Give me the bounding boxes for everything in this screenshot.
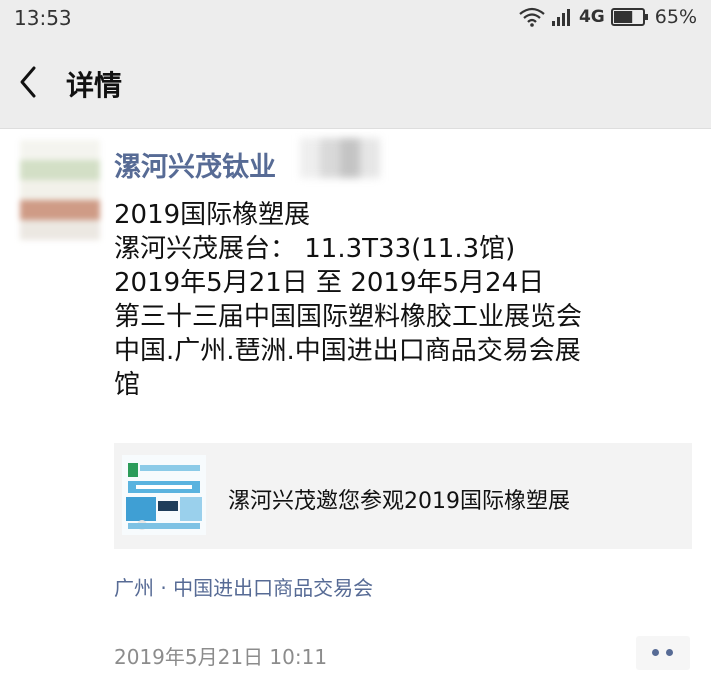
share-card[interactable]: 漯河兴茂邀您参观2019国际橡塑展: [114, 443, 692, 549]
share-title: 漯河兴茂邀您参观2019国际橡塑展: [228, 489, 570, 514]
network-label: 4G: [578, 7, 605, 27]
share-thumbnail: [122, 455, 206, 535]
post-line: 2019国际橡塑展: [114, 200, 311, 230]
location-link[interactable]: 广州 · 中国进出口商品交易会: [114, 572, 373, 601]
dot: [666, 649, 673, 656]
post-line: 馆: [114, 370, 141, 400]
author-name[interactable]: 漯河兴茂钛业: [114, 145, 276, 184]
status-icons: 4G 65%: [519, 5, 697, 29]
more-dots-icon[interactable]: [636, 636, 690, 670]
post-line: 中国.广州.琶洲.中国进出口商品交易会展: [114, 336, 581, 366]
post-timestamp: 2019年5月21日 10:11: [114, 645, 328, 669]
avatar[interactable]: [20, 140, 100, 240]
status-time: 13:53: [14, 6, 72, 30]
nav-bar: 详情: [0, 36, 711, 129]
signal-icon: [551, 7, 573, 27]
post-line: 第三十三届中国国际塑料橡胶工业展览会: [114, 302, 583, 332]
dot: [652, 649, 659, 656]
battery-percent: 65%: [654, 6, 697, 28]
post-line: 漯河兴茂展台： 11.3T33(11.3馆): [114, 234, 516, 264]
battery-icon: [610, 7, 649, 27]
status-bar: 13:53 4G 65%: [0, 0, 711, 36]
back-icon[interactable]: [12, 62, 48, 102]
post-text: 2019国际橡塑展 漯河兴茂展台： 11.3T33(11.3馆) 2019年5月…: [114, 198, 694, 402]
page-title: 详情: [66, 69, 123, 102]
post-line: 2019年5月21日 至 2019年5月24日: [114, 268, 545, 298]
wifi-icon: [519, 7, 545, 27]
author-blur-mask: [300, 138, 380, 178]
